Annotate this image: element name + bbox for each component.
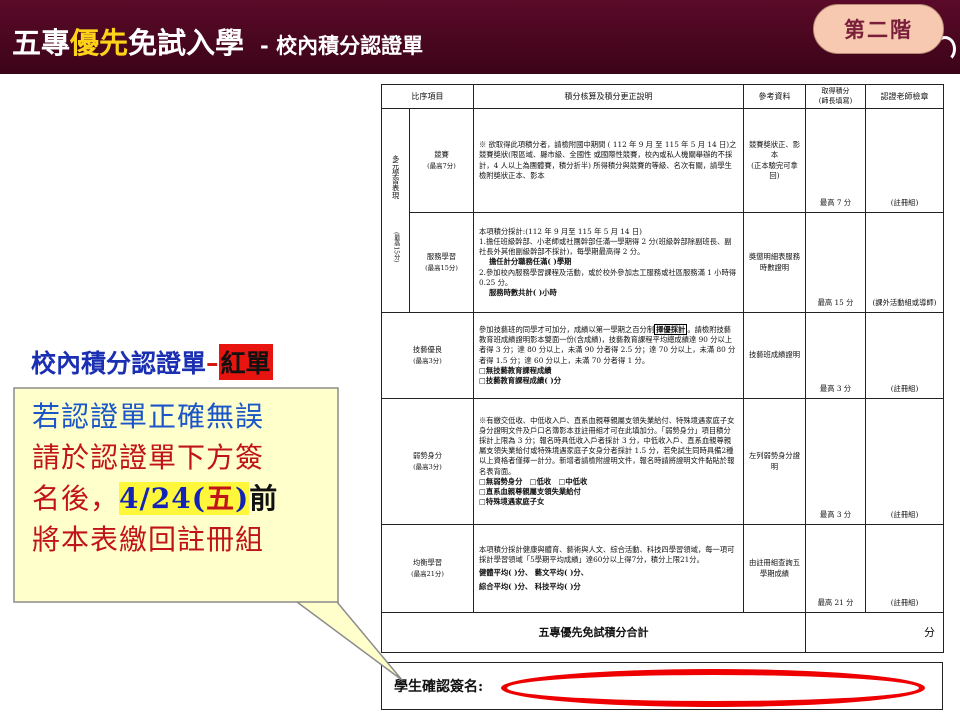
callout-text: 若認證單正確無誤 請於認證單下方簽 名後，4/24(五)前 將本表繳回註冊組 — [32, 396, 336, 560]
ref-service: 獎懲明細表服務時數證明 — [743, 212, 806, 313]
signature-highlight-oval[interactable] — [501, 669, 925, 707]
callout-line: 將本表繳回註冊組 — [32, 523, 265, 556]
callout-date: 4/24( — [119, 482, 206, 515]
desc-line: 健體平均( )分、 藝文平均( )分、 — [479, 567, 588, 577]
item-competition: 競賽 (最高7分) — [409, 108, 474, 213]
desc-line: 服務時數共計( )小時 — [489, 288, 557, 297]
desc-service: 本項積分採計:(112 年 9 月至 115 年 5 月 14 日) 1.擔任班… — [473, 212, 744, 313]
page-title: 五專 優先 免試入學 - 校內積分認證單 — [12, 20, 423, 60]
checkbox-option: □無技藝教育課程成績 — [479, 365, 552, 375]
slide: 五專 優先 免試入學 - 校內積分認證單 第二階 比序項目 積分核算及積分更正說明 … — [0, 0, 960, 720]
item-skills: 技藝優良 (最高3分) — [381, 312, 474, 399]
desc-line: 綜合平均( )分、 科技平均( )分 — [479, 581, 581, 591]
item-balanced: 均衡學習 (最高21分) — [381, 524, 474, 613]
side-title-red: 紅單 — [218, 344, 273, 380]
ref-skills: 技藝班成績證明 — [743, 312, 806, 399]
desc-line: ※有繳交低收、中低收入戶、直系血親尊親屬支領失業給付、特殊境遇家庭子女身分證明文… — [479, 415, 735, 476]
item-max: (最高21分) — [411, 570, 444, 579]
side-title: 校內積分認證單 – 紅單 — [31, 344, 273, 380]
callout-line: 名後，4/24(五)前 — [32, 478, 336, 519]
callout-text-part: 名後， — [32, 482, 120, 515]
ref-disadvantaged: 左列弱勢身分證明 — [743, 398, 806, 525]
col-header-cert: 認證老師檢章 — [865, 84, 944, 109]
score-form: 比序項目 積分核算及積分更正說明 參考資料 取得積分 (師長填寫) 認證老師檢章… — [381, 84, 944, 708]
desc-skills: 參加技藝班的同學才可加分，成績以第一學期之百分制 擇優採計 。請檢附技藝教育班成績證… — [473, 312, 744, 399]
item-max: (最高15分) — [425, 264, 458, 273]
item-service: 服務學習 (最高15分) — [409, 212, 474, 313]
checkbox-option: □直系血親尊親屬支領失業給付 — [479, 487, 581, 496]
signature-label: 學生確認簽名: — [394, 679, 484, 695]
cert-disadvantaged: (註冊組) — [865, 398, 944, 525]
checkbox-option: □特殊境遇家庭子女 — [479, 497, 545, 507]
desc-line: 本項積分採計健康與體育、藝術與人文、綜合活動、科技四學習領域，每一項可採計學習領… — [479, 545, 735, 565]
stage-badge: 第二階 — [813, 4, 944, 54]
checkbox-option: □技藝教育課程成績( )分 — [479, 375, 562, 385]
callout-line: 請於認證單下方簽 — [32, 441, 265, 474]
callout-line: 若認證單正確無誤 — [32, 400, 265, 433]
item-disadvantaged: 弱勢身分 (最高3分) — [381, 398, 474, 525]
side-title-dash: – — [206, 347, 219, 377]
callout-before: 前 — [249, 482, 279, 515]
item-max: (最高3分) — [413, 463, 442, 472]
total-label: 五專優先免試積分合計 — [381, 612, 806, 653]
col-header-score: 取得積分 (師長填寫) — [805, 84, 866, 109]
ref-competition: 競賽獎狀正、影本 (正本驗完可拿回) — [743, 108, 806, 213]
desc-line: 2.參加校內服務學習課程及活動，或於校外參加志工服務或社區服務滿 1 小時得 0… — [479, 267, 737, 287]
cap-service: 最高 15 分 — [805, 212, 866, 313]
side-title-main: 校內積分認證單 — [31, 349, 207, 378]
ref-balanced: 由註冊組查詢五學期成績 — [743, 524, 806, 613]
checkbox-option: □無弱勢身分 □低收 □中低收 — [479, 476, 588, 486]
desc-boxed: 擇優採計 — [654, 323, 688, 335]
desc-line: 擔任計分職務任滿( )學期 — [489, 257, 572, 267]
cert-competition: (註冊組) — [865, 108, 944, 213]
cert-balanced: (註冊組) — [865, 524, 944, 613]
table-row: 多元學習表現 (最高15分) 競賽 (最高7分) ※ 欲取得此項積分者，請檢附國中… — [381, 108, 944, 313]
cap-disadvantaged: 最高 3 分 — [805, 398, 866, 525]
table-header-row: 比序項目 積分核算及積分更正說明 參考資料 取得積分 (師長填寫) 認證老師檢章 — [381, 84, 944, 109]
item-name: 均衡學習 — [412, 557, 443, 567]
col-header-ref: 參考資料 — [743, 84, 806, 109]
desc-disadvantaged: ※有繳交低收、中低收入戶、直系血親尊親屬支領失業給付、特殊境遇家庭子女身分證明文… — [473, 398, 744, 525]
page-subtitle: - 校內積分認證單 — [260, 34, 424, 58]
category-max: (最高15分) — [392, 232, 400, 263]
total-unit: 分 — [805, 612, 944, 653]
title-part1: 五專 — [12, 26, 71, 60]
desc-text: 參加技藝班的同學才可加分，成績以第一學期之百分制 — [479, 324, 655, 334]
signature-row: 學生確認簽名: — [381, 662, 943, 710]
callout-date-end: ) — [234, 482, 250, 515]
cert-service: (課外活動組或導師) — [865, 212, 944, 313]
desc-line: 1.擔任班級幹部、小老師或社團幹部任滿一學期得 2 分(班級幹部除副班長、副社長… — [479, 236, 732, 257]
item-name: 技藝優良 — [412, 344, 443, 354]
desc-line: 本項積分採計:(112 年 9 月至 115 年 5 月 14 日) — [479, 226, 643, 236]
cap-competition: 最高 7 分 — [805, 108, 866, 213]
item-name: 服務學習 — [426, 251, 457, 261]
total-row: 五專優先免試積分合計 分 — [381, 612, 944, 653]
desc-line: 參加技藝班的同學才可加分，成績以第一學期之百分制 擇優採計 。請檢附技藝教育班成績證… — [479, 323, 738, 366]
table-row: 服務學習 (最高15分) 本項積分採計:(112 年 9 月至 115 年 5 月… — [382, 212, 944, 313]
table-row: 技藝優良 (最高3分) 參加技藝班的同學才可加分，成績以第一學期之百分制 擇優採計。… — [381, 312, 944, 399]
cap-skills: 最高 3 分 — [805, 312, 866, 399]
item-name: 競賽 — [434, 149, 449, 159]
desc-balanced: 本項積分採計健康與體育、藝術與人文、綜合活動、科技四學習領域，每一項可採計學習領… — [473, 524, 744, 613]
category-label: 多元學習表現 — [391, 155, 401, 200]
score-table: 比序項目 積分核算及積分更正說明 參考資料 取得積分 (師長填寫) 認證老師檢章… — [381, 84, 944, 653]
cap-balanced: 最高 21 分 — [805, 524, 866, 613]
item-max: (最高3分) — [413, 357, 442, 366]
title-part2: 免試入學 — [128, 26, 245, 60]
item-max: (最高7分) — [427, 162, 456, 171]
cert-skills: (註冊組) — [865, 312, 944, 399]
category-cell: 多元學習表現 (最高15分) — [381, 108, 410, 313]
item-name: 弱勢身分 — [412, 450, 443, 460]
callout-weekday: 五 — [205, 482, 235, 515]
desc-competition: ※ 欲取得此項積分者，請檢附國中期間 ( 112 年 9 月 至 115 年 5… — [473, 108, 744, 213]
col-header-desc: 積分核算及積分更正說明 — [473, 84, 744, 109]
table-row: 弱勢身分 (最高3分) ※有繳交低收、中低收入戶、直系血親尊親屬支領失業給付、特殊… — [381, 398, 944, 525]
title-highlight: 優先 — [70, 26, 129, 60]
table-row: 均衡學習 (最高21分) 本項積分採計健康與體育、藝術與人文、綜合活動、科技四學習… — [381, 524, 944, 613]
col-header-item: 比序項目 — [381, 84, 474, 109]
